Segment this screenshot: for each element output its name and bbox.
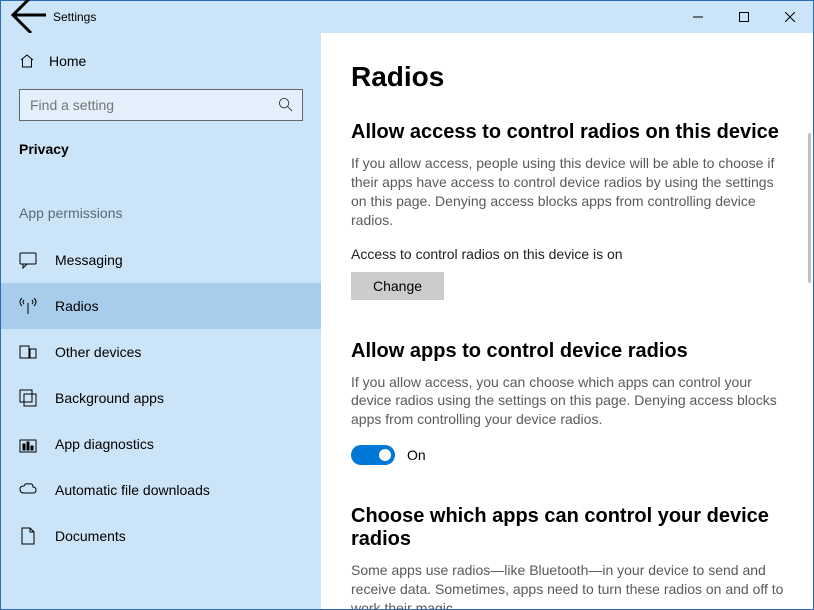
app-diagnostics-icon <box>19 435 37 453</box>
scrollbar[interactable] <box>808 133 811 283</box>
section3-title: Choose which apps can control your devic… <box>351 505 789 551</box>
close-button[interactable] <box>767 1 813 33</box>
nav-label: Documents <box>55 528 126 544</box>
nav-label: Radios <box>55 298 99 314</box>
sidebar: Home Privacy App permissions Messaging R… <box>1 33 321 609</box>
section1-title: Allow access to control radios on this d… <box>351 121 789 144</box>
nav-background-apps[interactable]: Background apps <box>1 375 321 421</box>
nav-label: Messaging <box>55 252 123 268</box>
background-apps-icon <box>19 389 37 407</box>
nav-label: Automatic file downloads <box>55 482 210 498</box>
change-button[interactable]: Change <box>351 272 444 300</box>
home-link[interactable]: Home <box>1 43 321 79</box>
section3-body: Some apps use radios—like Bluetooth—in y… <box>351 561 789 609</box>
group-label: App permissions <box>1 177 321 237</box>
radios-icon <box>19 297 37 315</box>
search-input[interactable] <box>19 89 303 121</box>
messaging-icon <box>19 251 37 269</box>
section1-status: Access to control radios on this device … <box>351 246 789 262</box>
other-devices-icon <box>19 343 37 361</box>
content: Radios Allow access to control radios on… <box>321 33 813 609</box>
nav-documents[interactable]: Documents <box>1 513 321 559</box>
section2-title: Allow apps to control device radios <box>351 340 789 363</box>
maximize-button[interactable] <box>721 1 767 33</box>
toggle-label: On <box>407 447 426 463</box>
nav-automatic-file-downloads[interactable]: Automatic file downloads <box>1 467 321 513</box>
home-label: Home <box>49 53 86 69</box>
section-label: Privacy <box>1 137 321 177</box>
nav-label: Background apps <box>55 390 164 406</box>
section2-body: If you allow access, you can choose whic… <box>351 373 789 430</box>
documents-icon <box>19 527 37 545</box>
nav-radios[interactable]: Radios <box>1 283 321 329</box>
nav-label: Other devices <box>55 344 141 360</box>
titlebar: Settings <box>1 1 813 33</box>
window-title: Settings <box>49 10 96 24</box>
home-icon <box>19 53 35 69</box>
page-title: Radios <box>351 61 789 93</box>
nav-label: App diagnostics <box>55 436 154 452</box>
nav-app-diagnostics[interactable]: App diagnostics <box>1 421 321 467</box>
nav-other-devices[interactable]: Other devices <box>1 329 321 375</box>
section1-body: If you allow access, people using this d… <box>351 154 789 230</box>
nav-messaging[interactable]: Messaging <box>1 237 321 283</box>
allow-apps-toggle[interactable] <box>351 445 395 465</box>
cloud-download-icon <box>19 481 37 499</box>
minimize-button[interactable] <box>675 1 721 33</box>
